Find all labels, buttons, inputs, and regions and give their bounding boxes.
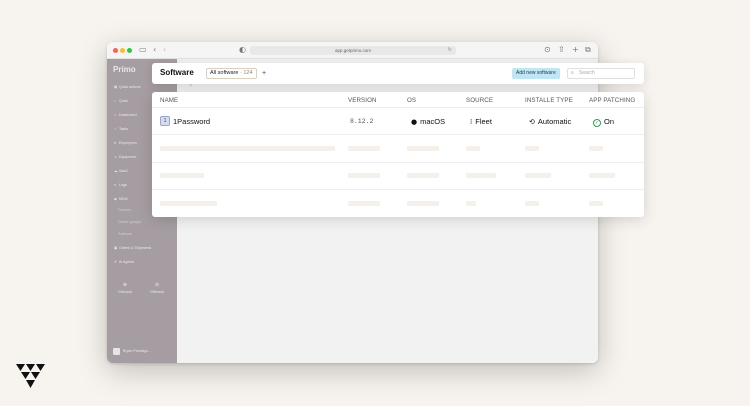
sidebar-item-mdm[interactable]: ◆ MDM bbox=[114, 197, 128, 201]
shield-icon: ◆ bbox=[114, 197, 117, 201]
skeleton-cell bbox=[407, 201, 439, 206]
skeleton-cell bbox=[589, 201, 603, 206]
skeleton-cell bbox=[348, 146, 380, 151]
row-patching: ✓ On bbox=[593, 117, 615, 127]
sidebar-item-equipment[interactable]: ▭ Equipment bbox=[114, 155, 136, 159]
row-source: ⁞ Fleet bbox=[470, 117, 492, 126]
download-icon[interactable]: ⊙ bbox=[544, 45, 551, 55]
new-tab-icon[interactable]: + bbox=[572, 45, 579, 55]
check-circle-icon: ✓ bbox=[593, 119, 601, 127]
skeleton-cell bbox=[525, 201, 539, 206]
address-bar[interactable]: app.getprimo.com ↻ bbox=[250, 46, 456, 55]
skeleton-cell bbox=[160, 201, 217, 206]
search-placeholder: Search bbox=[579, 70, 595, 76]
sidebar-item-quick-actions[interactable]: ▦ Quick actions bbox=[114, 85, 141, 89]
home-icon: ⌂ bbox=[114, 113, 117, 117]
search-icon: ⌕ bbox=[114, 99, 117, 103]
minimize-window-button[interactable] bbox=[120, 48, 125, 53]
page-title: Software bbox=[160, 68, 194, 77]
box-icon: ▣ bbox=[114, 246, 118, 250]
back-icon[interactable]: ‹ bbox=[153, 45, 156, 55]
reload-icon[interactable]: ↻ bbox=[448, 46, 452, 55]
sidebar-item-ai-agents[interactable]: ✦ AI Agents bbox=[114, 260, 134, 264]
sidebar-item-quick[interactable]: ⌕ Quick bbox=[114, 99, 128, 103]
search-input[interactable]: ⌕ Search bbox=[567, 68, 635, 79]
skeleton-cell bbox=[589, 173, 615, 178]
skeleton-cell bbox=[348, 201, 380, 206]
sidebar-item-orders-shipments[interactable]: ▣ Orders & Shipments bbox=[114, 246, 151, 250]
apple-icon: ● bbox=[411, 118, 418, 126]
sidebar-item-tasks[interactable]: ✓ Tasks bbox=[114, 127, 128, 131]
sparkle-icon: ✦ bbox=[114, 260, 118, 264]
cloud-icon: ☁ bbox=[114, 169, 118, 173]
tab-overview-icon[interactable]: ⧉ bbox=[585, 45, 591, 55]
browser-titlebar: ▭ ‹ › ◐ app.getprimo.com ↻ ⊙ ⇪ + ⧉ bbox=[107, 42, 598, 59]
check-icon: ✓ bbox=[114, 127, 118, 131]
minus-icon: ⊖ bbox=[154, 282, 160, 288]
row-name[interactable]: 1Password bbox=[173, 117, 210, 127]
sync-icon: ⟲ bbox=[529, 118, 535, 126]
sidebar-item-employees[interactable]: ● Employees bbox=[114, 141, 137, 145]
row-version: 8.12.2 bbox=[350, 118, 374, 125]
skeleton-cell bbox=[348, 173, 380, 178]
primo-logo: Primo bbox=[113, 65, 136, 74]
brand-logo-icon bbox=[16, 364, 45, 388]
user-menu[interactable]: Bryan Pantalgo... bbox=[113, 346, 173, 356]
column-header-source[interactable]: SOURCE bbox=[466, 97, 493, 104]
laptop-icon: ▭ bbox=[114, 155, 118, 159]
all-software-filter[interactable]: All software · 124 bbox=[206, 68, 257, 79]
header-divider bbox=[152, 107, 644, 108]
skeleton-cell bbox=[407, 146, 439, 151]
row-install-type: ⟲ Automatic bbox=[529, 117, 572, 126]
column-header-name[interactable]: NAME bbox=[160, 97, 178, 104]
sidebar-subitem-devices[interactable]: Devices bbox=[118, 208, 131, 212]
software-table: NAME VERSION OS SOURCE INSTALLE TYPE APP… bbox=[152, 92, 644, 217]
close-window-button[interactable] bbox=[113, 48, 118, 53]
skeleton-cell bbox=[466, 173, 496, 178]
skeleton-cell bbox=[466, 146, 480, 151]
sidebar-item-logs[interactable]: ≡ Logs bbox=[114, 183, 127, 187]
filter-icon[interactable]: ⏷ bbox=[189, 83, 193, 89]
user-icon: ● bbox=[114, 141, 117, 145]
grid-icon: ▦ bbox=[114, 85, 118, 89]
skeleton-cell bbox=[466, 201, 476, 206]
column-header-app-patching[interactable]: APP PATCHING bbox=[589, 97, 635, 104]
sidebar-subitem-software[interactable]: Software bbox=[118, 232, 132, 236]
fleet-icon: ⁞ bbox=[470, 118, 473, 126]
add-filter-button[interactable]: + bbox=[262, 68, 266, 79]
column-header-version[interactable]: VERSION bbox=[348, 97, 377, 104]
1password-app-icon: 1 bbox=[160, 116, 170, 126]
forward-icon[interactable]: › bbox=[163, 45, 166, 55]
sidebar-item-dashboard[interactable]: ⌂ Dashboard bbox=[114, 113, 137, 117]
sidebar-subitem-device-groups[interactable]: Device groups bbox=[118, 220, 141, 224]
offboard-button[interactable]: ⊖ Offboard bbox=[146, 282, 168, 294]
search-icon: ⌕ bbox=[571, 70, 574, 76]
url-text: app.getprimo.com bbox=[334, 48, 372, 53]
skeleton-cell bbox=[589, 146, 603, 151]
sidebar-toggle-icon[interactable]: ▭ bbox=[139, 45, 147, 55]
column-header-os[interactable]: OS bbox=[407, 97, 416, 104]
skeleton-cell bbox=[525, 173, 551, 178]
row-divider bbox=[152, 162, 644, 163]
software-header: Software All software · 124 + Add new so… bbox=[152, 63, 644, 84]
row-divider bbox=[152, 134, 644, 135]
list-icon: ≡ bbox=[114, 183, 117, 187]
skeleton-cell bbox=[525, 146, 539, 151]
skeleton-cell bbox=[160, 146, 335, 151]
onboard-button[interactable]: ⊕ Onboard bbox=[114, 282, 136, 294]
plus-icon: ⊕ bbox=[122, 282, 128, 288]
row-os: ● macOS bbox=[411, 117, 446, 126]
skeleton-cell bbox=[407, 173, 439, 178]
skeleton-cell bbox=[160, 173, 204, 178]
sidebar-item-saas[interactable]: ☁ SaaS bbox=[114, 169, 128, 173]
zoom-window-button[interactable] bbox=[127, 48, 132, 53]
add-new-software-button[interactable]: Add new software bbox=[512, 68, 560, 79]
share-icon[interactable]: ⇪ bbox=[558, 45, 565, 55]
privacy-shield-icon[interactable]: ◐ bbox=[239, 45, 246, 55]
avatar bbox=[113, 347, 120, 355]
row-divider bbox=[152, 189, 644, 190]
column-header-install-type[interactable]: INSTALLE TYPE bbox=[525, 97, 573, 104]
